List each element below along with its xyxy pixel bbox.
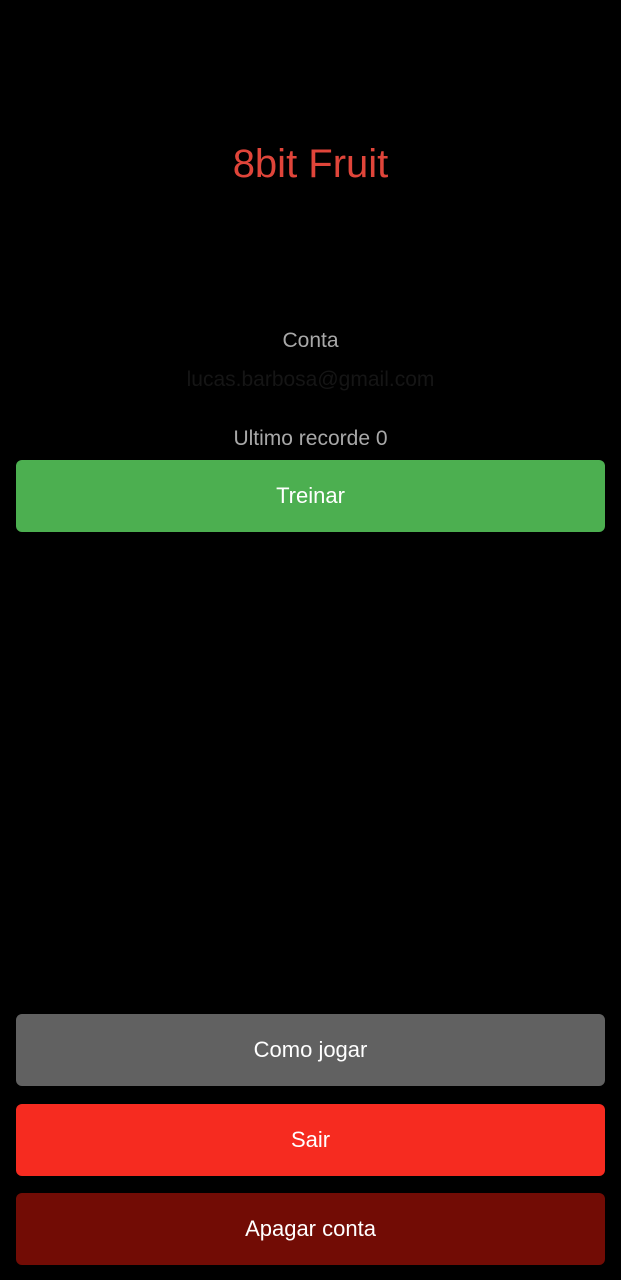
delete-account-button[interactable]: Apagar conta [16, 1193, 605, 1265]
how-to-play-button[interactable]: Como jogar [16, 1014, 605, 1086]
account-email: lucas.barbosa@gmail.com [186, 368, 435, 391]
exit-button[interactable]: Sair [16, 1104, 605, 1176]
app-title: 8bit Fruit [232, 142, 389, 186]
train-button[interactable]: Treinar [16, 460, 605, 532]
last-record-label: Ultimo recorde 0 [233, 427, 388, 450]
account-label: Conta [282, 329, 339, 352]
